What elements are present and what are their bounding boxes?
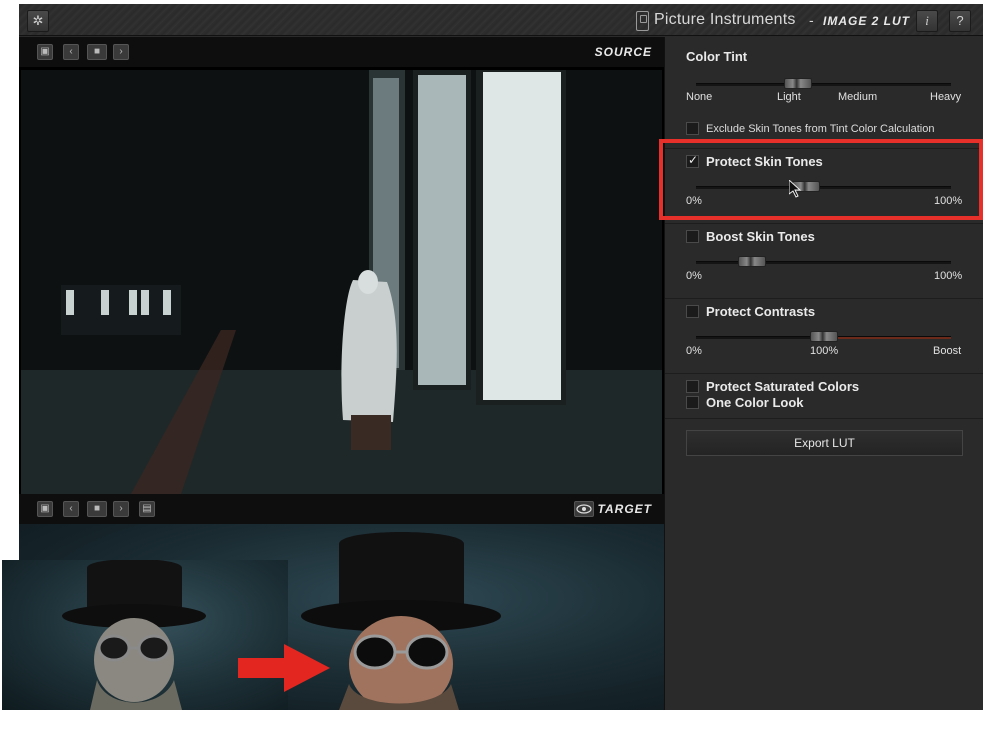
folder-icon: ■	[93, 46, 101, 57]
target-export-image-button[interactable]: ▤	[139, 501, 155, 517]
boost-skin-tones-min: 0%	[686, 270, 702, 282]
color-tint-slider-knob[interactable]	[784, 78, 812, 89]
source-label: SOURCE	[594, 45, 652, 59]
info-button[interactable]: i	[916, 10, 938, 32]
source-toolbar: ▣ ‹ ■ › SOURCE	[19, 37, 664, 67]
source-prev-button[interactable]: ‹	[63, 44, 79, 60]
protect-saturated-colors-label: Protect Saturated Colors	[706, 379, 860, 394]
settings-panel: Color Tint None Light Medium Heavy Exclu…	[664, 37, 983, 710]
source-next-button[interactable]: ›	[113, 44, 129, 60]
chevron-right-icon: ›	[119, 46, 123, 57]
title-bar: ✲ Picture Instruments - IMAGE 2 LUT i ?	[19, 4, 983, 36]
one-color-look-label: One Color Look	[706, 395, 804, 410]
target-next-button[interactable]: ›	[113, 501, 129, 517]
protect-contrasts-section: Protect Contrasts 0% 100% Boost	[665, 299, 983, 374]
boost-skin-tones-checkbox[interactable]	[686, 230, 699, 243]
protect-contrasts-label: Protect Contrasts	[706, 304, 816, 319]
boost-skin-tones-section: Boost Skin Tones 0% 100%	[665, 224, 983, 299]
protect-contrasts-max: Boost	[933, 345, 962, 357]
eye-icon	[576, 504, 592, 514]
target-prev-button[interactable]: ‹	[63, 501, 79, 517]
target-toolbar: ▣ ‹ ■ › ▤ TARGET	[19, 494, 664, 524]
color-options-section: Protect Saturated Colors One Color Look	[665, 374, 983, 419]
target-open-button[interactable]: ■	[87, 501, 107, 517]
protect-contrasts-mid: 100%	[810, 345, 839, 357]
brand-separator: -	[809, 12, 814, 28]
color-tint-tick-medium: Medium	[838, 91, 878, 103]
gear-icon: ✲	[32, 13, 44, 28]
protect-contrasts-boost-fill	[837, 337, 951, 339]
boost-skin-tones-slider-knob[interactable]	[738, 256, 767, 267]
protect-contrasts-slider-knob[interactable]	[809, 331, 838, 342]
one-color-look-checkbox[interactable]	[686, 396, 699, 409]
clipboard-icon: ▣	[40, 46, 50, 57]
highlight-box	[659, 139, 983, 220]
color-tint-section: Color Tint None Light Medium Heavy Exclu…	[665, 37, 983, 149]
boost-skin-tones-max: 100%	[934, 270, 963, 282]
export-lut-button[interactable]: Export LUT	[686, 430, 963, 456]
source-open-button[interactable]: ■	[87, 44, 107, 60]
protect-contrasts-checkbox[interactable]	[686, 305, 699, 318]
chevron-right-icon: ›	[119, 503, 123, 514]
boost-skin-tones-slider-track[interactable]	[696, 261, 951, 264]
settings-gear-button[interactable]: ✲	[27, 10, 49, 32]
picture-instruments-logo-icon	[636, 11, 649, 31]
clipboard-icon: ▣	[40, 503, 50, 514]
boost-skin-tones-label: Boost Skin Tones	[706, 229, 815, 244]
protect-saturated-colors-checkbox[interactable]	[686, 380, 699, 393]
mouse-cursor-icon	[789, 180, 801, 198]
source-save-button[interactable]: ▣	[37, 44, 53, 60]
help-button[interactable]: ?	[949, 10, 971, 32]
color-tint-tick-light: Light	[777, 91, 801, 103]
red-arrow-icon	[238, 644, 330, 692]
folder-icon: ■	[93, 503, 101, 514]
compare-eye-button[interactable]	[574, 501, 594, 517]
product-name: IMAGE 2 LUT	[823, 14, 911, 28]
protect-contrasts-min: 0%	[686, 345, 702, 357]
color-tint-slider-track[interactable]	[696, 83, 951, 86]
target-save-button[interactable]: ▣	[37, 501, 53, 517]
source-photo-illustration	[21, 70, 662, 494]
color-tint-tick-heavy: Heavy	[930, 91, 962, 103]
floppy-disk-icon: ▤	[142, 503, 152, 514]
target-label: TARGET	[597, 502, 652, 516]
exclude-skin-tones-checkbox[interactable]	[686, 122, 699, 135]
chevron-left-icon: ‹	[69, 503, 73, 514]
source-image	[21, 70, 662, 494]
exclude-skin-tones-label: Exclude Skin Tones from Tint Color Calcu…	[706, 123, 935, 135]
color-tint-title: Color Tint	[686, 49, 748, 64]
chevron-left-icon: ‹	[69, 46, 73, 57]
brand-name: Picture Instruments	[654, 11, 796, 28]
color-tint-tick-none: None	[686, 91, 713, 103]
